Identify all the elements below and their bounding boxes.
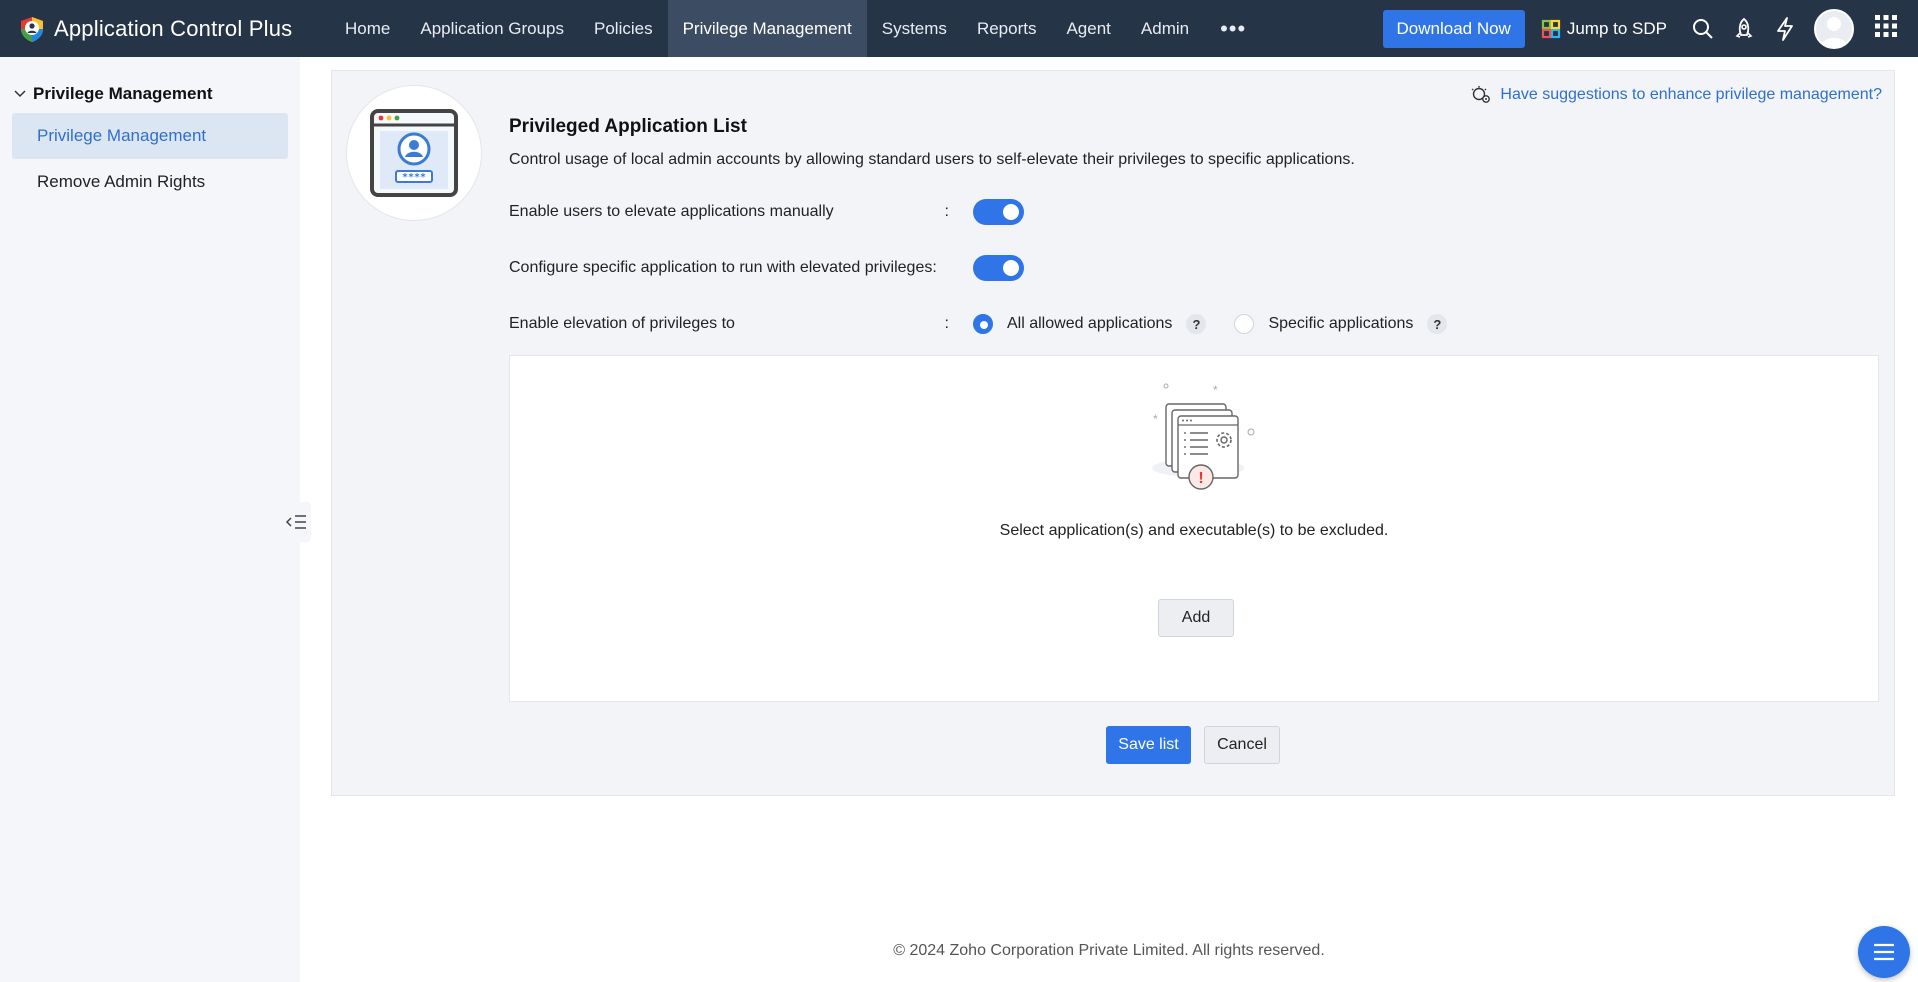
top-navigation-bar: Application Control Plus Home Applicatio… bbox=[0, 0, 1918, 57]
download-now-button[interactable]: Download Now bbox=[1382, 9, 1525, 48]
chevron-down-icon bbox=[14, 90, 26, 98]
sidebar-group-label: Privilege Management bbox=[33, 84, 213, 103]
brand[interactable]: Application Control Plus bbox=[0, 0, 330, 57]
collapse-sidebar-icon[interactable] bbox=[281, 502, 311, 542]
manual-elevation-row: Enable users to elevate applications man… bbox=[509, 199, 1024, 225]
lightning-icon[interactable] bbox=[1773, 16, 1797, 41]
colon: : bbox=[944, 315, 949, 332]
jump-to-sdp-label: Jump to SDP bbox=[1566, 18, 1667, 38]
nav-agent[interactable]: Agent bbox=[1051, 0, 1125, 57]
radio-label: Specific applications bbox=[1268, 315, 1414, 332]
cancel-button[interactable]: Cancel bbox=[1204, 726, 1280, 764]
specific-app-elevation-toggle[interactable] bbox=[973, 255, 1024, 281]
search-icon[interactable] bbox=[1691, 17, 1715, 41]
avatar[interactable] bbox=[1814, 8, 1854, 49]
add-button[interactable]: Add bbox=[1158, 599, 1234, 637]
nav-policies[interactable]: Policies bbox=[579, 0, 668, 57]
sidebar: Privilege Management Privilege Managemen… bbox=[0, 57, 300, 982]
privileged-application-panel: **** Have suggestions to enhance privile… bbox=[331, 70, 1895, 796]
radio-all-allowed-applications[interactable]: All allowed applications bbox=[973, 314, 1172, 334]
suggestion-link[interactable]: Have suggestions to enhance privilege ma… bbox=[1470, 85, 1882, 105]
rocket-icon[interactable] bbox=[1732, 17, 1756, 41]
page-description: Control usage of local admin accounts by… bbox=[509, 151, 1355, 168]
nav-admin[interactable]: Admin bbox=[1126, 0, 1204, 57]
sidebar-group-privilege-management[interactable]: Privilege Management bbox=[0, 57, 300, 104]
manual-elevation-label: Enable users to elevate applications man… bbox=[509, 203, 834, 220]
sdp-icon bbox=[1541, 19, 1560, 38]
nav-home[interactable]: Home bbox=[330, 0, 405, 57]
save-list-button[interactable]: Save list bbox=[1106, 726, 1191, 764]
apps-grid-icon[interactable] bbox=[1874, 14, 1898, 43]
user-window-icon: **** bbox=[370, 109, 458, 197]
footer-copyright: © 2024 Zoho Corporation Private Limited.… bbox=[893, 942, 1325, 959]
help-icon[interactable]: ? bbox=[1427, 314, 1448, 334]
elevation-scope-label: Enable elevation of privileges to bbox=[509, 315, 735, 332]
svg-text:!: ! bbox=[1198, 470, 1203, 487]
more-menu-icon[interactable]: ••• bbox=[1204, 0, 1262, 57]
jump-to-sdp-link[interactable]: Jump to SDP bbox=[1541, 19, 1667, 39]
menu-fab-icon[interactable] bbox=[1858, 926, 1910, 978]
sidebar-item-privilege-management[interactable]: Privilege Management bbox=[12, 113, 288, 159]
empty-state-message: Select application(s) and executable(s) … bbox=[999, 522, 1389, 539]
sidebar-item-remove-admin-rights[interactable]: Remove Admin Rights bbox=[12, 159, 288, 205]
specific-app-elevation-row: Configure specific application to run wi… bbox=[509, 255, 1024, 281]
manual-elevation-toggle[interactable] bbox=[973, 199, 1024, 225]
svg-text:*: * bbox=[1153, 412, 1158, 426]
nav-reports[interactable]: Reports bbox=[962, 0, 1052, 57]
nav-systems[interactable]: Systems bbox=[867, 0, 962, 57]
app-logo-icon bbox=[21, 16, 43, 42]
help-icon[interactable]: ? bbox=[1186, 314, 1207, 334]
radio-label: All allowed applications bbox=[1007, 315, 1173, 332]
elevation-scope-row: Enable elevation of privileges to : All … bbox=[509, 311, 1475, 337]
radio-specific-applications[interactable]: Specific applications bbox=[1234, 314, 1413, 334]
privileged-app-illustration: **** bbox=[346, 85, 482, 221]
colon: : bbox=[944, 203, 949, 220]
main-nav: Home Application Groups Policies Privile… bbox=[330, 0, 1262, 57]
page-title: Privileged Application List bbox=[509, 116, 747, 137]
svg-text:*: * bbox=[1213, 383, 1218, 397]
lightbulb-gear-icon bbox=[1471, 86, 1491, 103]
empty-list-illustration: * * ! bbox=[1152, 383, 1255, 490]
svg-text:****: **** bbox=[402, 172, 426, 183]
nav-privilege-management[interactable]: Privilege Management bbox=[667, 0, 867, 57]
specific-app-elevation-label: Configure specific application to run wi… bbox=[509, 259, 937, 276]
topbar-actions: Download Now Jump to SDP bbox=[1382, 0, 1918, 57]
radio-button-selected[interactable] bbox=[973, 314, 993, 334]
nav-application-groups[interactable]: Application Groups bbox=[405, 0, 579, 57]
application-list-empty-state: * * ! Select application(s) and executab… bbox=[509, 355, 1879, 702]
radio-button[interactable] bbox=[1234, 314, 1255, 334]
app-title: Application Control Plus bbox=[54, 15, 293, 41]
suggestion-link-label: Have suggestions to enhance privilege ma… bbox=[1500, 86, 1882, 103]
